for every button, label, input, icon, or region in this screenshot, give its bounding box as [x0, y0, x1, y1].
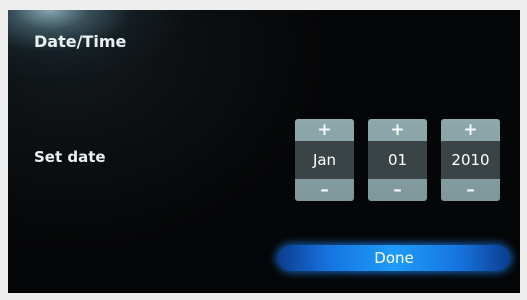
month-increment-button[interactable]: +: [295, 119, 354, 141]
date-time-screen: Date/Time Set date + Jan – + 01 – + 2010…: [8, 10, 520, 293]
month-value[interactable]: Jan: [295, 141, 354, 179]
day-spinner: + 01 –: [368, 119, 427, 201]
year-decrement-button[interactable]: –: [441, 179, 500, 201]
day-increment-button[interactable]: +: [368, 119, 427, 141]
done-button[interactable]: Done: [278, 245, 510, 271]
month-spinner: + Jan –: [295, 119, 354, 201]
page-title: Date/Time: [34, 32, 127, 51]
day-decrement-button[interactable]: –: [368, 179, 427, 201]
year-value[interactable]: 2010: [441, 141, 500, 179]
year-increment-button[interactable]: +: [441, 119, 500, 141]
day-value[interactable]: 01: [368, 141, 427, 179]
month-decrement-button[interactable]: –: [295, 179, 354, 201]
year-spinner: + 2010 –: [441, 119, 500, 201]
set-date-label: Set date: [34, 148, 106, 166]
